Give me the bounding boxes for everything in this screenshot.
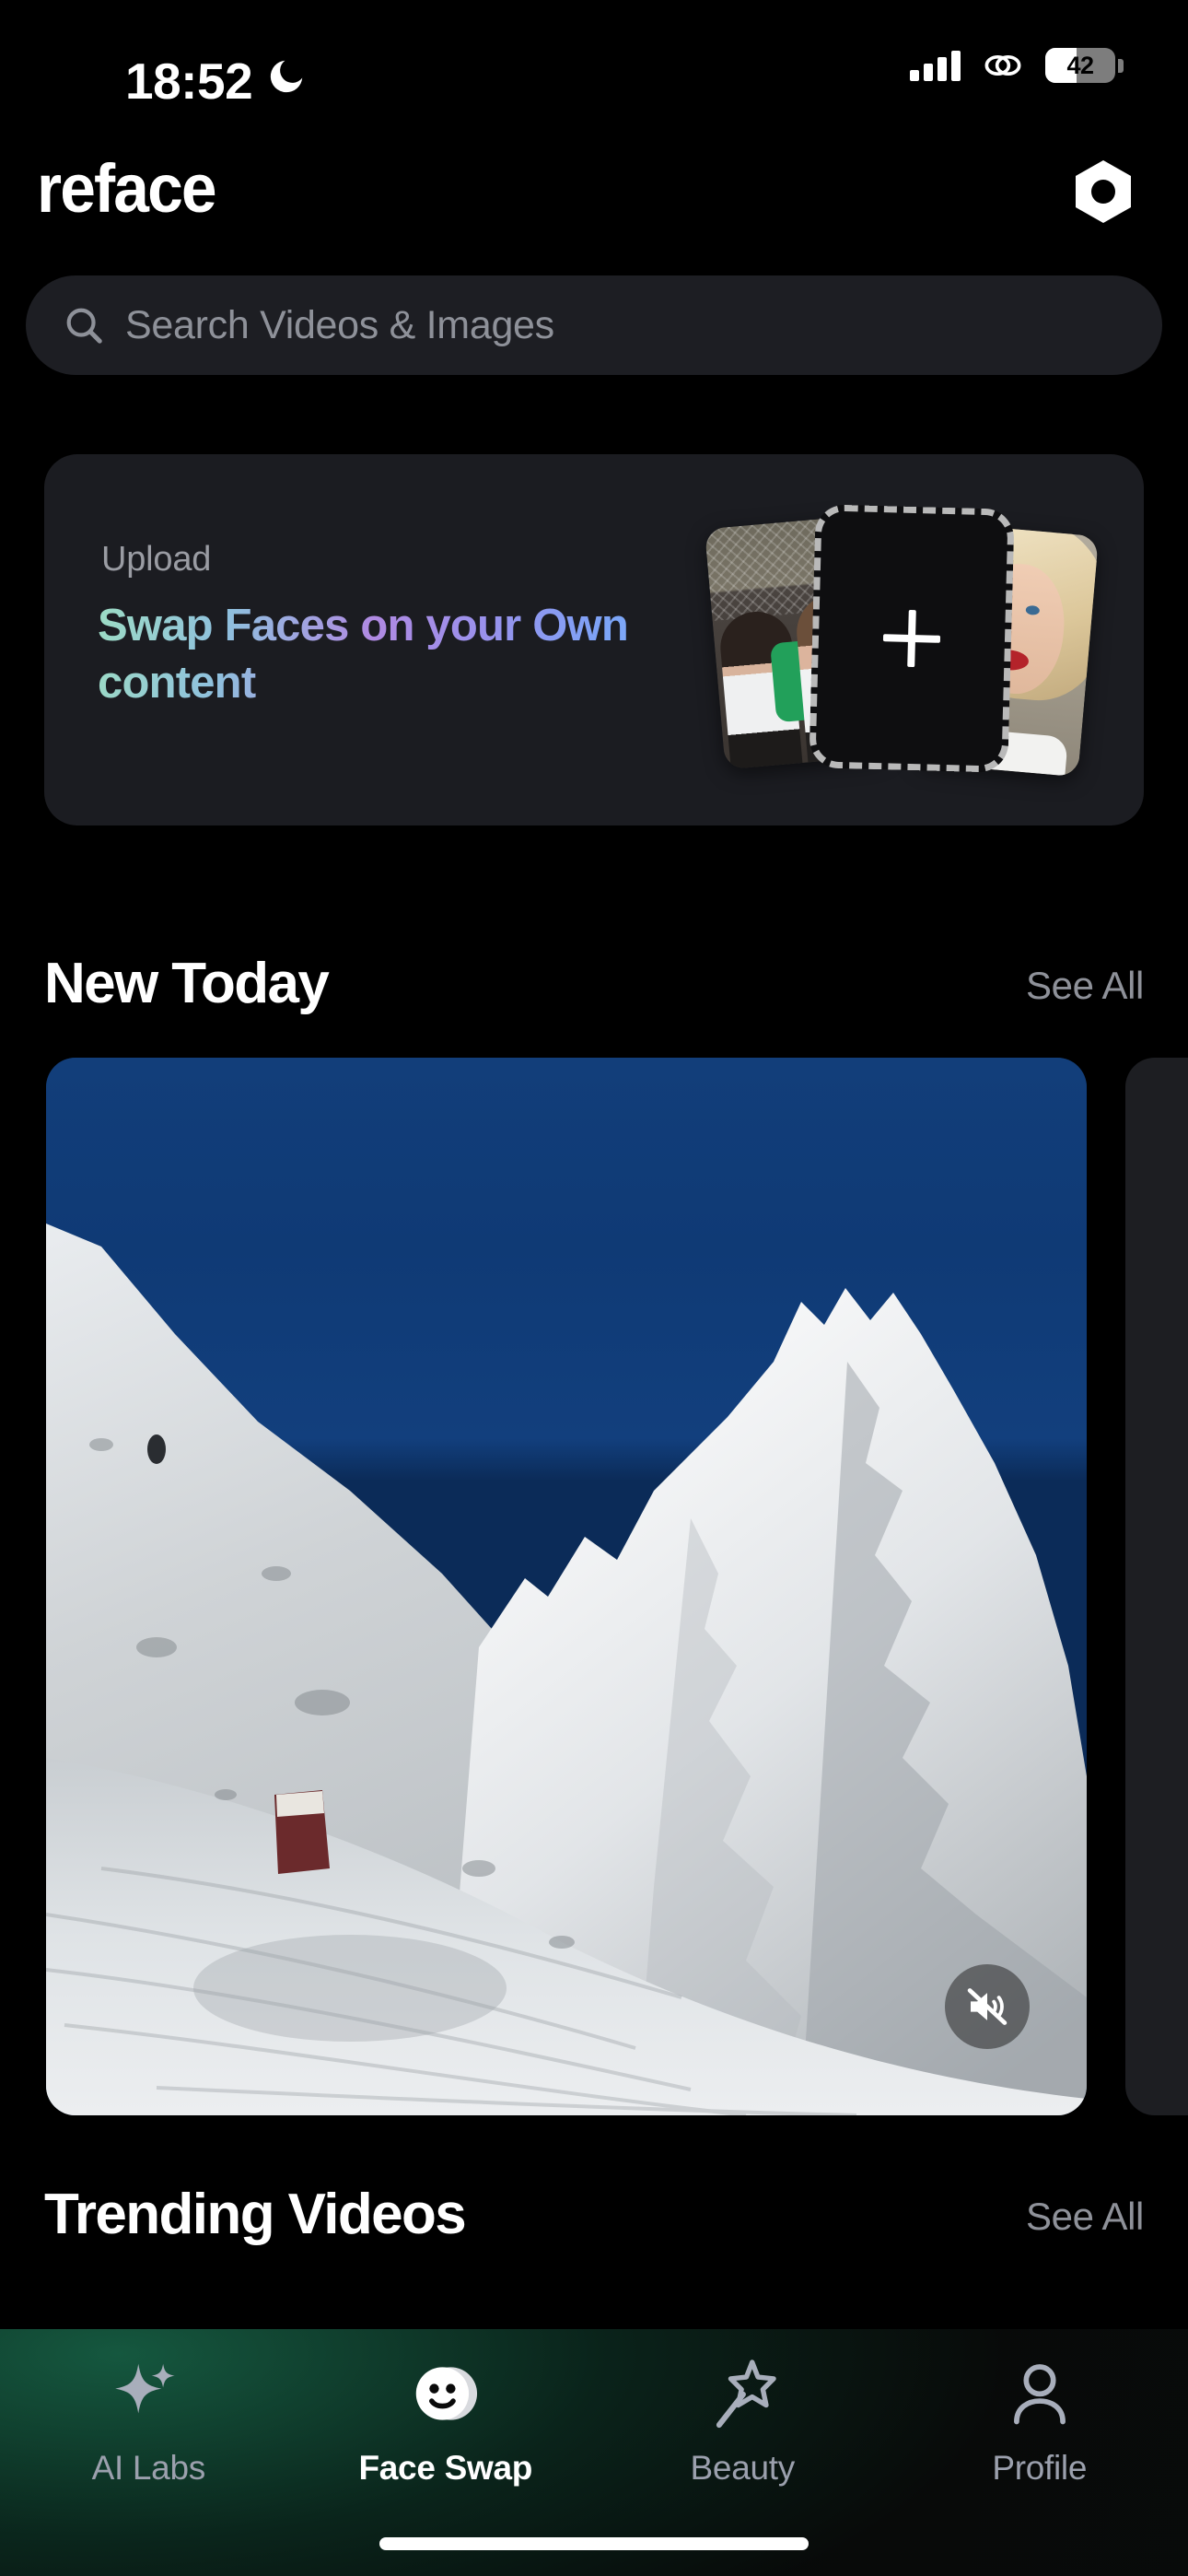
- section-title: Trending Videos: [44, 2183, 467, 2246]
- mute-toggle-button[interactable]: [945, 1964, 1030, 2049]
- person-icon: [1013, 2364, 1066, 2425]
- section-title: New Today: [44, 952, 330, 1015]
- tab-label: AI Labs: [91, 2449, 206, 2487]
- mountain-artwork: [46, 1224, 1087, 2115]
- upload-label: Upload: [101, 540, 212, 579]
- search-icon: [66, 308, 102, 344]
- speaker-muted-icon: [967, 1988, 1007, 2025]
- app-header: reface: [0, 155, 1188, 254]
- plus-icon: [882, 609, 941, 668]
- search-input[interactable]: Search Videos & Images: [26, 275, 1162, 375]
- home-indicator[interactable]: [379, 2537, 809, 2550]
- status-time: 18:52: [125, 53, 253, 110]
- tab-face-swap[interactable]: Face Swap: [297, 2351, 595, 2488]
- section-header-new-today: New Today See All: [0, 951, 1188, 1025]
- smiley-face-swap-icon: [415, 2367, 477, 2420]
- crescent-moon-icon: [270, 60, 303, 93]
- upload-title: Swap Faces on your Own content: [98, 597, 687, 711]
- next-video-card-placeholder[interactable]: [1125, 1058, 1188, 2115]
- section-header-trending: Trending Videos See All: [0, 2182, 1188, 2255]
- tab-label: Face Swap: [358, 2449, 533, 2487]
- tab-profile[interactable]: Profile: [891, 2351, 1188, 2488]
- tab-label: Beauty: [690, 2449, 796, 2487]
- status-bar: 18:52 42: [0, 0, 1188, 147]
- magic-wand-star-icon: [716, 2359, 776, 2429]
- bottom-tab-bar: AI Labs Face Swap Beauty Profile: [0, 2329, 1188, 2576]
- snow-mountain-video[interactable]: [46, 1058, 1087, 2115]
- tab-beauty[interactable]: Beauty: [594, 2351, 891, 2488]
- app-logo: reface: [37, 150, 217, 227]
- hexagon-nut-icon: [1076, 160, 1131, 223]
- see-all-trending[interactable]: See All: [1026, 2195, 1144, 2239]
- app-screen: 18:52 42 reface Search Videos & Images U…: [0, 0, 1188, 2576]
- see-all-new-today[interactable]: See All: [1026, 964, 1144, 1008]
- account-button[interactable]: [1063, 151, 1144, 232]
- battery-indicator: 42: [1045, 48, 1124, 83]
- tab-ai-labs[interactable]: AI Labs: [0, 2351, 297, 2488]
- battery-percent: 42: [1066, 51, 1094, 79]
- status-indicators: 42: [910, 48, 1124, 83]
- search-placeholder: Search Videos & Images: [125, 302, 554, 347]
- chain-link-icon: [984, 54, 1021, 76]
- new-today-carousel[interactable]: [0, 1058, 1188, 2115]
- sparkles-icon: [115, 2363, 175, 2414]
- tab-label: Profile: [992, 2449, 1088, 2487]
- upload-dropzone[interactable]: [809, 504, 1015, 773]
- cellular-signal-icon: [910, 50, 961, 81]
- upload-thumbnails[interactable]: [683, 504, 1144, 778]
